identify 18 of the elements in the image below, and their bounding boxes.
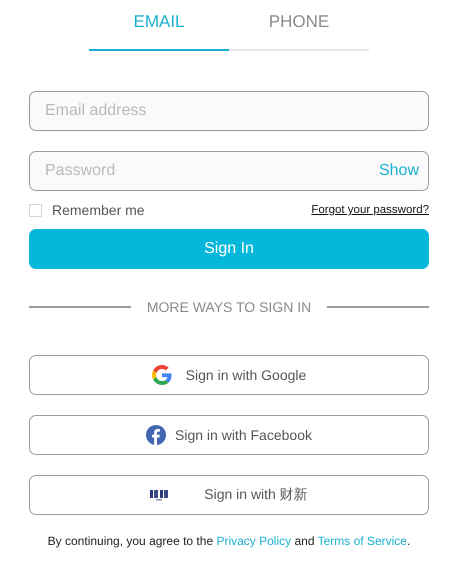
tab[interactable]: PHONE <box>229 0 369 51</box>
tab[interactable]: EMAIL <box>89 0 229 51</box>
sign-in-button[interactable]: Sign In <box>29 229 429 269</box>
checkbox[interactable] <box>29 204 42 216</box>
forgot-password-link[interactable]: Forgot your password? <box>311 204 429 216</box>
divider-label: MORE WAYS TO SIGN IN <box>146 299 312 315</box>
logo-icon <box>150 489 168 501</box>
email-field[interactable]: Email address <box>29 91 429 131</box>
show-password-button[interactable]: Show <box>378 161 419 181</box>
sign-in-button[interactable]: Sign in with Google <box>29 355 429 395</box>
policy-link[interactable]: Terms of Service <box>318 534 407 548</box>
sign-in-button[interactable]: Sign in with 财新 <box>29 475 429 515</box>
checkbox-label: Remember me <box>52 202 145 218</box>
policy-link[interactable]: Privacy Policy <box>216 534 292 548</box>
facebook-icon <box>146 425 166 445</box>
google-icon <box>152 365 172 385</box>
terms-notice: By continuing, you agree to the Privacy Policy and Terms of Service. <box>46 534 412 548</box>
sign-in-button[interactable]: Sign in with Facebook <box>29 415 429 455</box>
